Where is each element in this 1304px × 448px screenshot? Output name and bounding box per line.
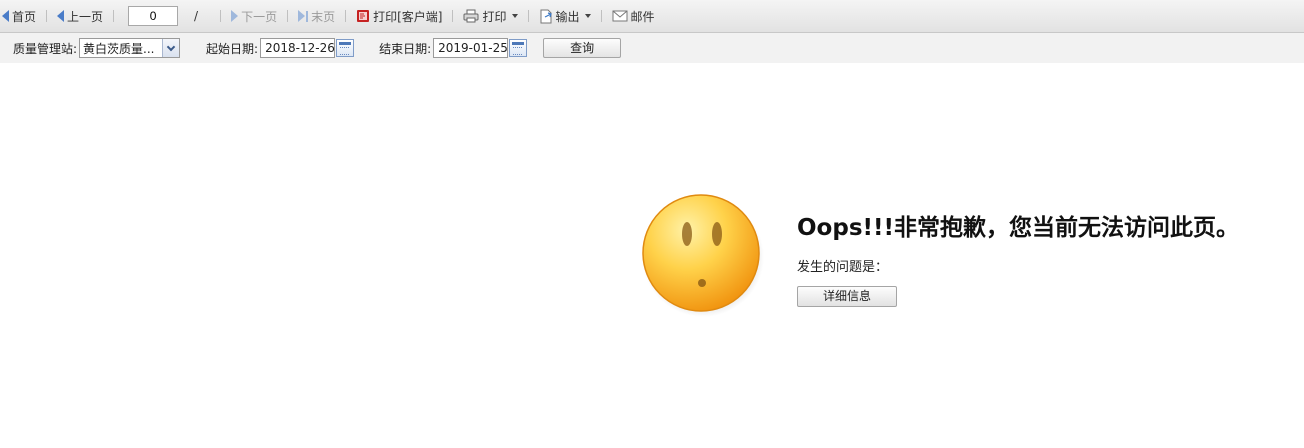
next-page-label: 下一页 <box>241 9 278 24</box>
chevron-down-icon <box>584 14 591 18</box>
toolbar-divider <box>345 10 347 22</box>
page-separator: / <box>194 9 199 23</box>
toolbar-divider <box>287 10 289 22</box>
printer-icon <box>463 9 479 23</box>
end-date-label: 结束日期: <box>379 41 432 56</box>
email-button[interactable]: 邮件 <box>610 6 657 26</box>
prev-page-label: 上一页 <box>67 9 104 24</box>
toolbar-divider <box>452 10 454 22</box>
first-page-label: 首页 <box>12 9 37 24</box>
start-date-calendar-icon[interactable] <box>336 39 355 57</box>
error-subtitle: 发生的问题是： <box>797 260 889 275</box>
end-date-input[interactable]: 2019-01-25 <box>433 38 509 58</box>
first-page-button[interactable]: 首页 <box>0 6 38 26</box>
next-page-button[interactable]: 下一页 <box>229 6 279 26</box>
first-page-icon <box>2 10 9 22</box>
print-button[interactable]: 打印 <box>461 6 519 26</box>
prev-page-icon <box>57 10 65 22</box>
print-client-button[interactable]: 打印[客户端] <box>354 6 444 26</box>
error-title: Oops!!!非常抱歉，您当前无法访问此页。 <box>797 215 1239 241</box>
start-date-input[interactable]: 2018-12-26 <box>260 38 336 58</box>
email-label: 邮件 <box>630 9 655 24</box>
toolbar-divider <box>113 10 115 22</box>
export-button[interactable]: 输出 <box>537 6 593 26</box>
filter-bar: 质量管理站: 黄白茨质量... 起始日期: 2018-12-26 结束日期: 2… <box>0 33 1304 63</box>
export-label: 输出 <box>555 9 580 24</box>
toolbar-divider <box>527 10 529 22</box>
chevron-down-icon <box>166 42 176 51</box>
station-dropdown-button[interactable] <box>162 39 180 57</box>
station-select-value: 黄白茨质量... <box>83 41 155 56</box>
prev-page-button[interactable]: 上一页 <box>55 6 105 26</box>
last-page-button[interactable]: 末页 <box>296 6 337 26</box>
report-toolbar: 首页 上一页 / 下一页 末页 打印[客户端] 打印 <box>0 0 1304 33</box>
export-document-icon <box>540 9 552 23</box>
station-select[interactable]: 黄白茨质量... <box>79 38 181 58</box>
print-client-label: 打印[客户端] <box>373 9 443 24</box>
details-button[interactable]: 详细信息 <box>797 286 897 307</box>
query-button[interactable]: 查询 <box>543 38 622 58</box>
toolbar-divider <box>46 10 48 22</box>
sad-face-icon <box>642 194 764 317</box>
start-date-label: 起始日期: <box>206 41 259 56</box>
envelope-icon <box>612 10 628 22</box>
pdf-print-icon <box>357 10 370 22</box>
chevron-down-icon <box>511 14 518 18</box>
next-page-icon <box>231 10 239 22</box>
station-label: 质量管理站: <box>13 41 78 56</box>
print-label: 打印 <box>482 9 507 24</box>
end-date-calendar-icon[interactable] <box>509 39 528 57</box>
last-page-icon <box>298 10 309 22</box>
last-page-label: 末页 <box>311 9 336 24</box>
toolbar-divider <box>220 10 222 22</box>
page-number-input[interactable] <box>128 6 179 26</box>
toolbar-divider <box>600 10 602 22</box>
